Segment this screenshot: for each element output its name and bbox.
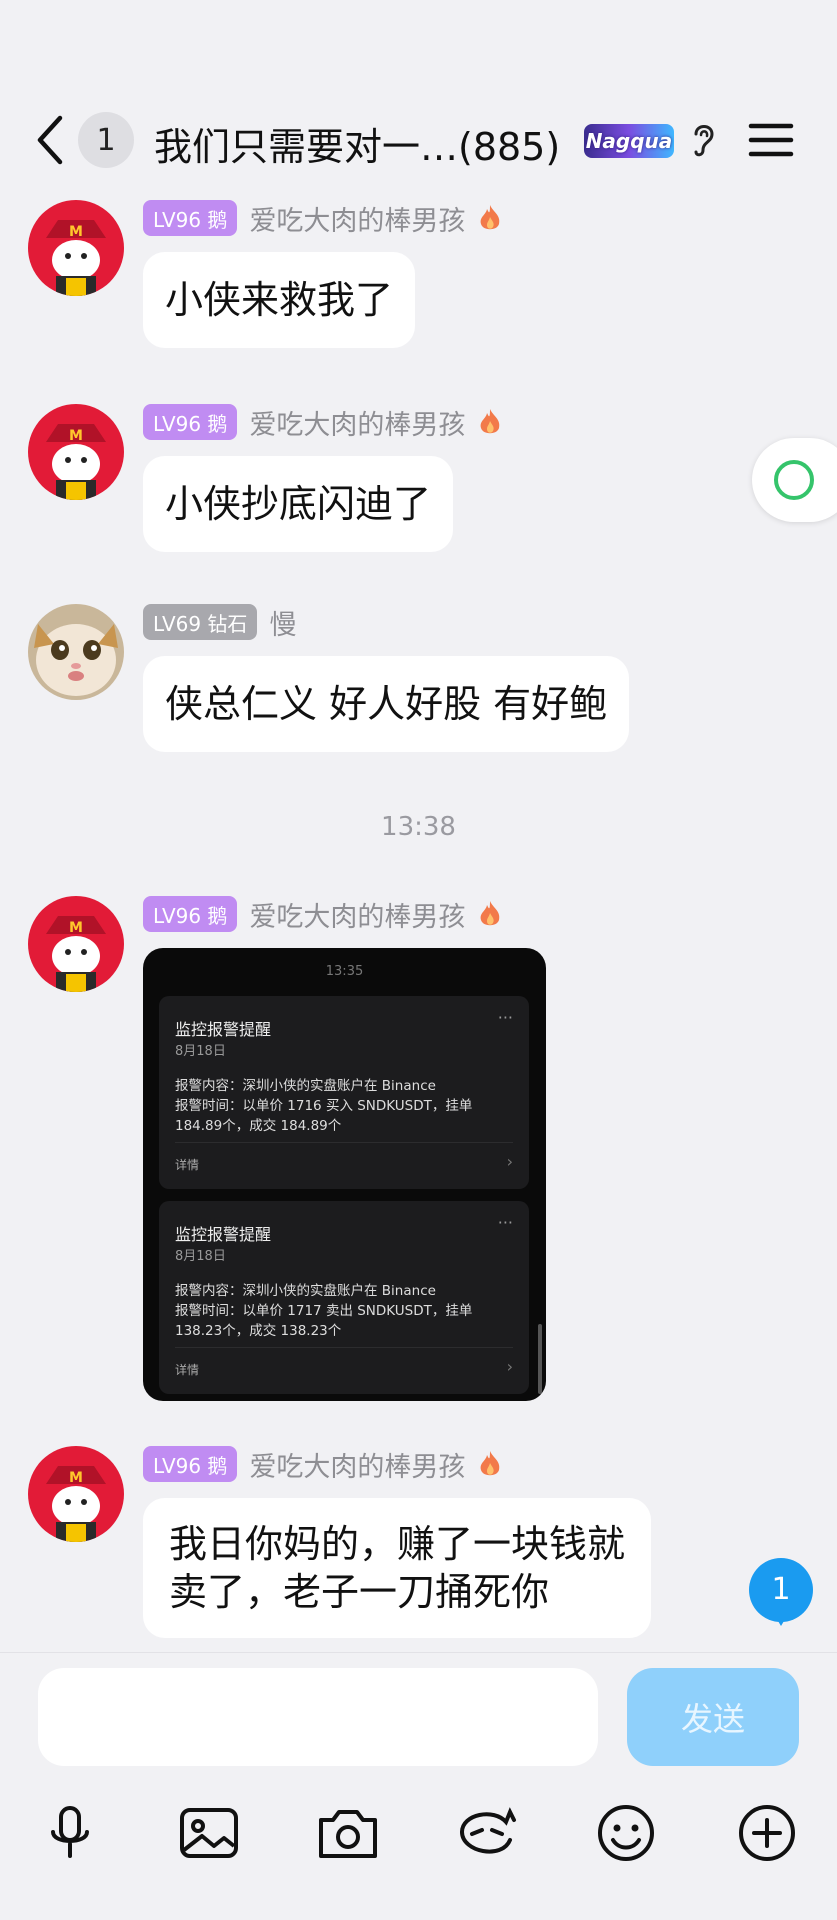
details-link: 详情 bbox=[175, 1158, 200, 1172]
svg-text:M: M bbox=[69, 428, 83, 444]
input-bar: 发送 bbox=[0, 1652, 837, 1920]
back-arrow-icon[interactable] bbox=[30, 112, 70, 168]
svg-text:M: M bbox=[69, 224, 83, 240]
alert-line: 报警内容：深圳小侠的实盘账户在 Binance bbox=[175, 1078, 436, 1094]
fire-icon bbox=[481, 205, 500, 230]
alert-card: 监控报警提醒 ··· 8月18日 报警内容：深圳小侠的实盘账户在 Binance… bbox=[159, 1201, 529, 1394]
chevron-right-icon: › bbox=[506, 1152, 513, 1171]
alert-date: 8月18日 bbox=[175, 1044, 226, 1059]
alert-title: 监控报警提醒 bbox=[175, 1020, 272, 1039]
avatar[interactable]: M bbox=[28, 896, 124, 992]
divider bbox=[175, 1142, 513, 1143]
alert-line: 报警时间：以单价 1716 买入 SNDKUSDT，挂单 bbox=[175, 1098, 473, 1114]
alert-body: 报警内容：深圳小侠的实盘账户在 Binance 报警时间：以单价 1716 买入… bbox=[175, 1076, 515, 1136]
sender-name[interactable]: 爱吃大肉的棒男孩 bbox=[249, 1445, 465, 1484]
new-message-count: 1 bbox=[771, 1572, 791, 1607]
more-icon: ··· bbox=[497, 1213, 513, 1232]
avatar[interactable]: M bbox=[28, 404, 124, 500]
fire-icon bbox=[481, 1451, 500, 1476]
message-bubble[interactable]: 小侠来救我了 bbox=[143, 252, 416, 348]
menu-icon[interactable] bbox=[748, 120, 794, 160]
scrollbar bbox=[538, 1324, 542, 1394]
chevron-right-icon: › bbox=[506, 1357, 513, 1376]
alert-card: 监控报警提醒 ··· 8月18日 报警内容：深圳小侠的实盘账户在 Binance… bbox=[159, 996, 529, 1189]
toolbar bbox=[0, 1798, 837, 1868]
time-separator: 13:38 bbox=[381, 812, 456, 842]
alert-line: 184.89个，成交 184.89个 bbox=[175, 1118, 342, 1134]
svg-text:M: M bbox=[69, 1470, 83, 1486]
fire-icon bbox=[481, 409, 500, 434]
avatar[interactable] bbox=[28, 604, 124, 700]
group-badge: Nagqua bbox=[584, 124, 674, 158]
message-line: 卖了，老子一刀捅死你 bbox=[169, 1570, 550, 1614]
sender-name[interactable]: 爱吃大肉的棒男孩 bbox=[249, 199, 465, 238]
unread-count-badge[interactable]: 1 bbox=[78, 112, 134, 168]
image-message[interactable]: 13:35 监控报警提醒 ··· 8月18日 报警内容：深圳小侠的实盘账户在 B… bbox=[143, 948, 546, 1401]
message-bubble[interactable]: 小侠抄底闪迪了 bbox=[143, 456, 454, 552]
avatar[interactable]: M bbox=[28, 200, 124, 296]
level-badge: LV96 鹅 bbox=[143, 896, 238, 932]
sender-name[interactable]: 爱吃大肉的棒男孩 bbox=[249, 403, 465, 442]
message-bubble[interactable]: 侠总仁义 好人好股 有好鲍 bbox=[143, 656, 630, 752]
microphone-icon[interactable] bbox=[35, 1798, 105, 1868]
level-badge: LV96 鹅 bbox=[143, 200, 238, 236]
sender-name[interactable]: 爱吃大肉的棒男孩 bbox=[249, 895, 465, 934]
floating-action-button[interactable] bbox=[752, 438, 837, 522]
alert-body: 报警内容：深圳小侠的实盘账户在 Binance 报警时间：以单价 1717 卖出… bbox=[175, 1281, 515, 1341]
alert-line: 报警时间：以单价 1717 卖出 SNDKUSDT，挂单 bbox=[175, 1303, 473, 1319]
details-link: 详情 bbox=[175, 1363, 200, 1377]
level-badge: LV96 鹅 bbox=[143, 1446, 238, 1482]
emoji-icon[interactable] bbox=[591, 1798, 661, 1868]
divider bbox=[175, 1347, 513, 1348]
alert-line: 报警内容：深圳小侠的实盘账户在 Binance bbox=[175, 1283, 436, 1299]
level-badge: LV96 鹅 bbox=[143, 404, 238, 440]
level-badge: LV69 钻石 bbox=[143, 604, 258, 640]
sticker-icon[interactable] bbox=[452, 1798, 522, 1868]
svg-text:M: M bbox=[69, 920, 83, 936]
send-button[interactable]: 发送 bbox=[627, 1668, 799, 1766]
message-input[interactable] bbox=[38, 1668, 598, 1766]
new-message-indicator[interactable]: 1 bbox=[749, 1558, 813, 1626]
camera-icon[interactable] bbox=[313, 1798, 383, 1868]
sender-name[interactable]: 慢 bbox=[269, 603, 296, 642]
image-icon[interactable] bbox=[174, 1798, 244, 1868]
more-icon: ··· bbox=[497, 1008, 513, 1027]
fire-icon bbox=[481, 901, 500, 926]
avatar[interactable]: M bbox=[28, 1446, 124, 1542]
plus-icon[interactable] bbox=[732, 1798, 802, 1868]
chat-header: 1 我们只需要对一…(885) Nagqua bbox=[0, 90, 837, 190]
message-line: 我日你妈的，赚了一块钱就 bbox=[169, 1522, 626, 1566]
message-bubble[interactable]: 我日你妈的，赚了一块钱就 卖了，老子一刀捅死你 bbox=[143, 1498, 652, 1638]
screenshot-time: 13:35 bbox=[325, 964, 364, 979]
alert-title: 监控报警提醒 bbox=[175, 1225, 272, 1244]
alert-line: 138.23个，成交 138.23个 bbox=[175, 1323, 342, 1339]
alert-date: 8月18日 bbox=[175, 1249, 226, 1264]
chat-title[interactable]: 我们只需要对一…(885) bbox=[154, 116, 560, 171]
ear-icon[interactable] bbox=[688, 120, 718, 160]
circle-icon bbox=[774, 460, 814, 500]
